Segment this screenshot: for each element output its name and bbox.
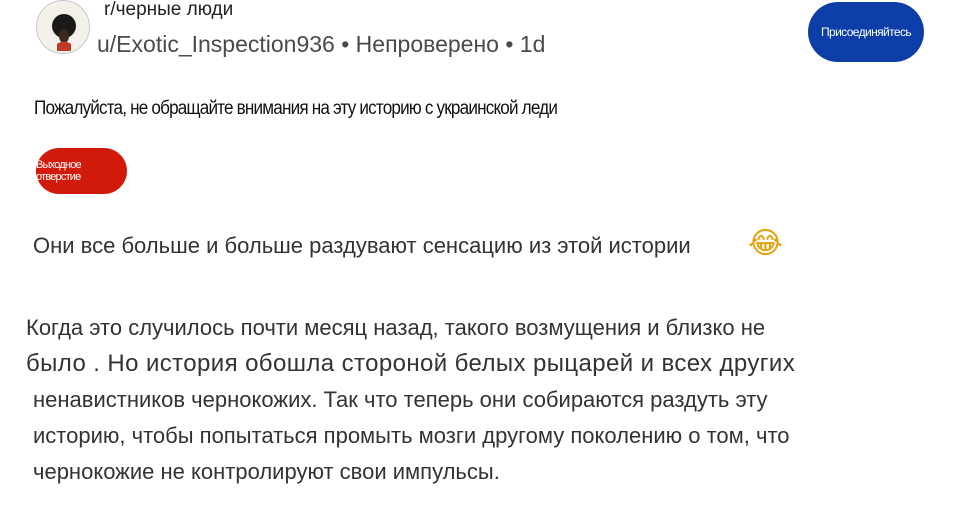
post-flair[interactable]: Выходное отверстие xyxy=(36,148,127,194)
join-button[interactable]: Присоединяйтесь xyxy=(808,2,924,62)
afro-silhouette-icon xyxy=(38,2,89,53)
separator-dot: • xyxy=(505,31,520,57)
post-body: Когда это случилось почти месяц назад, т… xyxy=(26,310,946,490)
separator-dot: • xyxy=(341,31,356,57)
body-line: чернокожие не контролируют свои импульсы… xyxy=(33,459,500,484)
body-line: историю, чтобы попытаться промыть мозги … xyxy=(33,423,790,448)
body-line: Когда это случилось почти месяц назад, т… xyxy=(26,315,766,340)
body-line: ненавистников чернокожих. Так что теперь… xyxy=(33,387,768,412)
verification-status: Непроверено xyxy=(355,31,499,57)
post-meta: u/Exotic_Inspection936 • Непроверено • 1… xyxy=(97,31,545,57)
post-title[interactable]: Пожалуйста, не обращайте внимания на эту… xyxy=(34,98,558,120)
post-age: 1d xyxy=(519,31,546,57)
subreddit-avatar[interactable] xyxy=(36,0,90,54)
tears-of-joy-emoji-icon: 😂 xyxy=(748,226,784,261)
body-line: было . Но история обошла стороной белых … xyxy=(26,350,796,377)
post-intro-text: Они все больше и больше раздувают сенсац… xyxy=(33,233,691,258)
subreddit-name[interactable]: r/черные люди xyxy=(104,0,233,20)
author-link[interactable]: u/Exotic_Inspection936 xyxy=(97,31,335,57)
